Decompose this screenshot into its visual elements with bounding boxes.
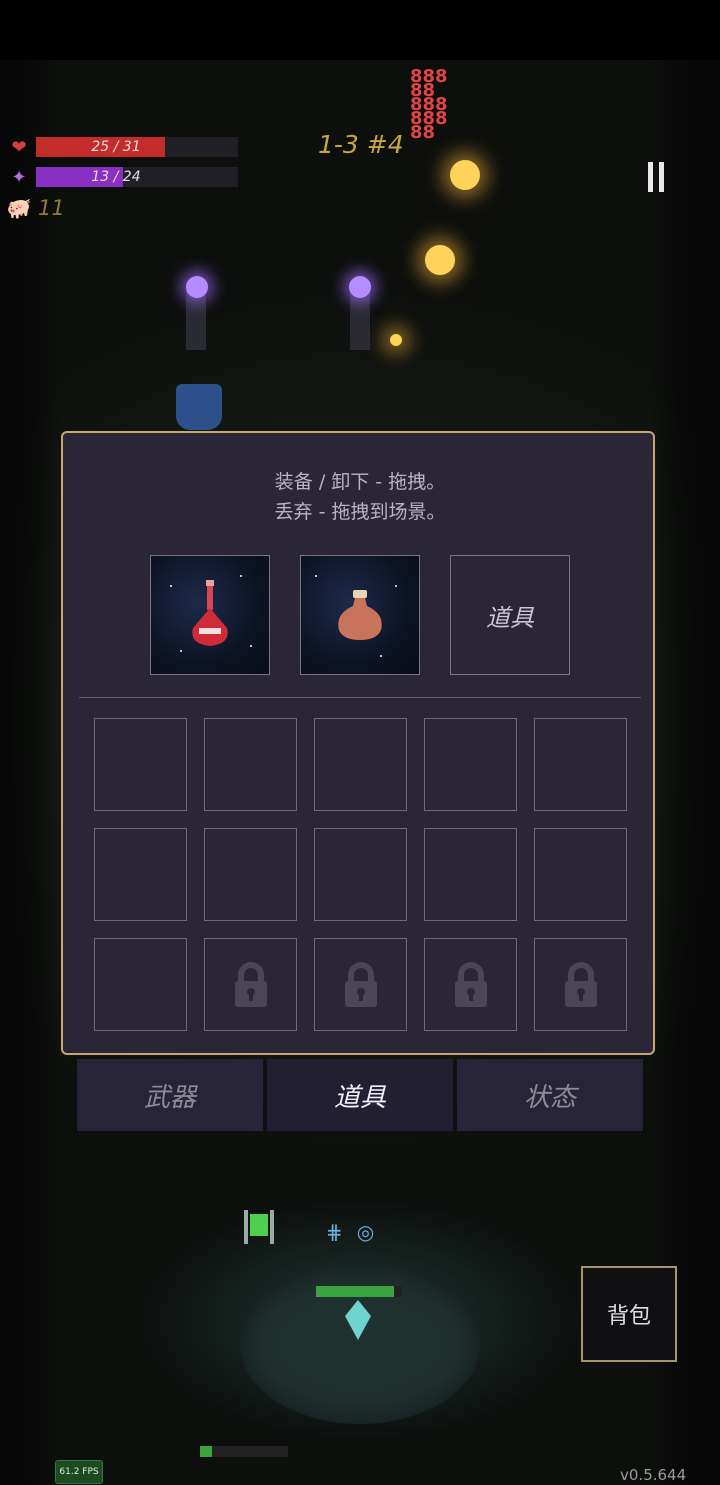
version-label: v0.5.644 bbox=[620, 1466, 687, 1484]
enemy-swarm: 888 88 888 888 88 bbox=[410, 66, 448, 143]
backpack-button[interactable]: 背包 bbox=[581, 1266, 677, 1362]
inventory-slot[interactable] bbox=[94, 718, 187, 811]
coin-counter: 🐖 11 bbox=[6, 196, 65, 220]
coin-count: 11 bbox=[38, 196, 65, 220]
totem-glow bbox=[349, 276, 371, 298]
swirl-buff-icon: ◎ bbox=[356, 1220, 375, 1244]
tab-items[interactable]: 道具 bbox=[267, 1059, 453, 1131]
hp-track: 25 / 31 bbox=[36, 137, 238, 157]
locked-slot bbox=[534, 938, 627, 1031]
equip-slot-3[interactable]: 道具 bbox=[450, 555, 570, 675]
red-potion-icon bbox=[170, 575, 252, 652]
clay-jar-icon bbox=[315, 575, 397, 657]
ally-health-fill bbox=[200, 1446, 212, 1457]
instruction-equip: 装备 / 卸下 - 拖拽。 bbox=[274, 471, 446, 493]
blue-enemy bbox=[176, 384, 222, 430]
equip-slot-label: 道具 bbox=[486, 603, 534, 632]
lock-icon bbox=[315, 939, 406, 1030]
level-indicator: 1-3 #4 bbox=[318, 130, 404, 159]
piggy-bank-icon: 🐖 bbox=[6, 196, 32, 220]
totem bbox=[186, 290, 206, 350]
explosion-spark bbox=[425, 245, 455, 275]
fps-counter: 61.2 FPS bbox=[55, 1460, 103, 1484]
totem-glow bbox=[186, 276, 208, 298]
inventory-slot[interactable] bbox=[94, 938, 187, 1031]
ally-drone-icon bbox=[244, 1210, 274, 1244]
inventory-panel: 装备 / 卸下 - 拖拽。 丢弃 - 拖拽到场景。 道具 bbox=[61, 431, 655, 1055]
mana-track: 13 / 24 bbox=[36, 167, 238, 187]
player-health-fill bbox=[316, 1286, 394, 1297]
equip-slot-1[interactable] bbox=[150, 555, 270, 675]
inventory-slot[interactable] bbox=[204, 718, 297, 811]
inventory-slot[interactable] bbox=[314, 718, 407, 811]
lock-icon bbox=[205, 939, 296, 1030]
locked-slot bbox=[204, 938, 297, 1031]
hp-text: 25 / 31 bbox=[91, 139, 141, 155]
top-letterbox bbox=[0, 0, 720, 60]
player-health-bar bbox=[316, 1286, 402, 1297]
locked-slot bbox=[424, 938, 517, 1031]
mana-text: 13 / 24 bbox=[91, 169, 141, 185]
equip-slot-2[interactable] bbox=[300, 555, 420, 675]
explosion-spark bbox=[450, 160, 480, 190]
lock-icon bbox=[425, 939, 516, 1030]
ally-health-bar bbox=[200, 1446, 288, 1457]
inventory-slot[interactable] bbox=[534, 718, 627, 811]
instruction-discard: 丢弃 - 拖拽到场景。 bbox=[274, 501, 446, 523]
foliage-left bbox=[0, 60, 60, 1485]
inventory-slot[interactable] bbox=[314, 828, 407, 921]
inventory-slot[interactable] bbox=[204, 828, 297, 921]
explosion-spark bbox=[390, 334, 402, 346]
locked-slot bbox=[314, 938, 407, 1031]
inventory-slot[interactable] bbox=[94, 828, 187, 921]
mana-crystal-icon: ✦ bbox=[11, 166, 27, 188]
pause-icon bbox=[648, 162, 653, 192]
hp-bar: ❤ 25 / 31 bbox=[8, 136, 238, 158]
divider bbox=[79, 697, 641, 698]
mana-bar: ✦ 13 / 24 bbox=[8, 166, 238, 188]
frost-buff-icon: ⋕ bbox=[326, 1220, 343, 1244]
buff-icons: ⋕ ◎ bbox=[326, 1220, 374, 1244]
inventory-slot[interactable] bbox=[534, 828, 627, 921]
lock-icon bbox=[535, 939, 626, 1030]
pause-button[interactable] bbox=[648, 162, 672, 194]
totem bbox=[350, 290, 370, 350]
inventory-slot[interactable] bbox=[424, 828, 517, 921]
inventory-slot[interactable] bbox=[424, 718, 517, 811]
heart-icon: ❤ bbox=[11, 136, 27, 158]
pause-icon bbox=[659, 162, 664, 192]
tab-status[interactable]: 状态 bbox=[457, 1059, 643, 1131]
tab-weapons[interactable]: 武器 bbox=[77, 1059, 263, 1131]
